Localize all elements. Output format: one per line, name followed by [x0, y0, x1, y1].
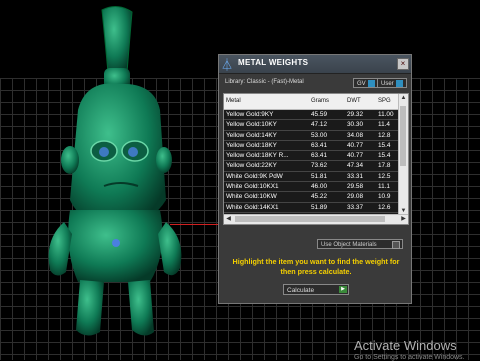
vertical-scroll-thumb[interactable]	[400, 106, 406, 166]
calculate-button[interactable]: Calculate ▶	[283, 284, 349, 295]
scroll-up-arrow-icon[interactable]: ▲	[399, 94, 408, 103]
metal-weights-panel: ⏃ METAL WEIGHTS × Library: Classic - (Fa…	[218, 54, 412, 304]
table-row[interactable]: White Gold:10KW 45.22 29.08 10.9	[224, 192, 400, 203]
grams-cell: 45.59	[311, 111, 327, 118]
metal-cell: White Gold:10KW	[226, 193, 277, 201]
app-logo-icon: ⏃	[221, 58, 234, 72]
table-row[interactable]: Yellow Gold:22KY 73.62 47.34 17.8	[224, 161, 400, 172]
column-header-dwt[interactable]: DWT	[347, 98, 375, 104]
play-arrow-icon: ▶	[339, 286, 347, 293]
table-row[interactable]: Yellow Gold:18KY 63.41 40.77 15.4	[224, 140, 400, 152]
metal-cell: Yellow Gold:9KY	[226, 111, 274, 118]
user-unit-button[interactable]: User	[377, 78, 407, 88]
calculate-label: Calculate	[287, 287, 315, 294]
metal-cell: White Gold:9K PdW	[226, 172, 283, 180]
column-header-metal[interactable]: Metal	[226, 98, 308, 104]
dwt-cell: 33.37	[347, 203, 363, 211]
table-vertical-scrollbar[interactable]: ▲ ▼	[398, 94, 408, 216]
metal-cell: White Gold:10KX1	[226, 183, 279, 191]
table-horizontal-scrollbar[interactable]: ◀ ▶	[224, 214, 408, 224]
metal-cell: Yellow Gold:18KY	[226, 141, 277, 149]
table-row[interactable]: White Gold:14KX1 51.89 33.37 12.6	[224, 202, 400, 213]
grams-cell: 46.00	[311, 183, 327, 191]
dwt-cell: 29.32	[347, 111, 363, 118]
dwt-cell: 40.77	[347, 152, 363, 160]
instruction-hint: Highlight the item you want to find the …	[232, 257, 400, 276]
table-row[interactable]: Yellow Gold:10KY 47.12 30.30 11.4	[224, 120, 400, 131]
grams-cell: 47.12	[311, 121, 327, 129]
grams-cell: 45.22	[311, 193, 327, 201]
grams-cell: 63.41	[311, 141, 327, 149]
close-button[interactable]: ×	[397, 58, 409, 70]
metal-cell: Yellow Gold:22KY	[226, 162, 277, 170]
dwt-cell: 29.08	[347, 193, 363, 201]
use-object-materials-toggle-icon[interactable]	[392, 241, 400, 249]
table-row[interactable]: Yellow Gold:18KY R... 63.41 40.77 15.4	[224, 151, 400, 162]
metal-cell: Yellow Gold:18KY R...	[226, 152, 289, 160]
grams-cell: 63.41	[311, 152, 327, 160]
grams-cell: 51.89	[311, 203, 327, 211]
dwt-cell: 47.34	[347, 162, 363, 170]
scroll-right-arrow-icon[interactable]: ▶	[399, 215, 408, 224]
grams-cell: 51.81	[311, 172, 327, 180]
dwt-cell: 30.30	[347, 121, 363, 129]
panel-title: METAL WEIGHTS	[238, 58, 309, 67]
grams-cell: 73.62	[311, 162, 327, 170]
scroll-left-arrow-icon[interactable]: ◀	[224, 215, 233, 224]
library-bar: Library: Classic - (Fast)-Metal GV User	[219, 75, 411, 91]
grams-cell: 53.00	[311, 131, 327, 139]
gv-unit-button[interactable]: GV	[353, 78, 379, 88]
panel-titlebar[interactable]: ⏃ METAL WEIGHTS ×	[219, 55, 411, 74]
table-row[interactable]: Yellow Gold:14KY 53.00 34.08 12.8	[224, 130, 400, 141]
metal-cell: Yellow Gold:10KY	[226, 121, 277, 129]
column-header-grams[interactable]: Grams	[311, 98, 345, 104]
table-header: Metal Grams DWT SPG	[224, 94, 400, 110]
use-object-materials-button[interactable]: Use Object Materials	[317, 239, 403, 249]
dwt-cell: 34.08	[347, 131, 363, 139]
gv-indicator-icon	[367, 79, 375, 87]
table-body: Yellow Gold:9KY 45.59 29.32 11.00 Yellow Gol…	[224, 110, 400, 224]
table-row[interactable]: White Gold:10KX1 46.00 29.58 11.1	[224, 182, 400, 193]
user-label: User	[381, 81, 394, 87]
horizontal-scroll-thumb[interactable]	[235, 216, 385, 222]
library-label: Library: Classic - (Fast)-Metal	[225, 79, 304, 85]
dwt-cell: 40.77	[347, 141, 363, 149]
user-indicator-icon	[395, 79, 403, 87]
dwt-cell: 33.31	[347, 172, 363, 180]
metal-weights-table: Metal Grams DWT SPG Yellow Gold:9KY 45.59…	[223, 93, 409, 225]
metal-cell: White Gold:14KX1	[226, 203, 279, 211]
use-object-materials-label: Use Object Materials	[321, 242, 377, 248]
table-row[interactable]: Yellow Gold:9KY 45.59 29.32 11.00	[224, 110, 400, 121]
activate-windows-watermark: Activate Windows	[354, 338, 457, 353]
dwt-cell: 29.58	[347, 183, 363, 191]
metal-cell: Yellow Gold:14KY	[226, 131, 277, 139]
gv-label: GV	[357, 81, 366, 87]
table-row[interactable]: White Gold:9K PdW 51.81 33.31 12.5	[224, 171, 400, 183]
